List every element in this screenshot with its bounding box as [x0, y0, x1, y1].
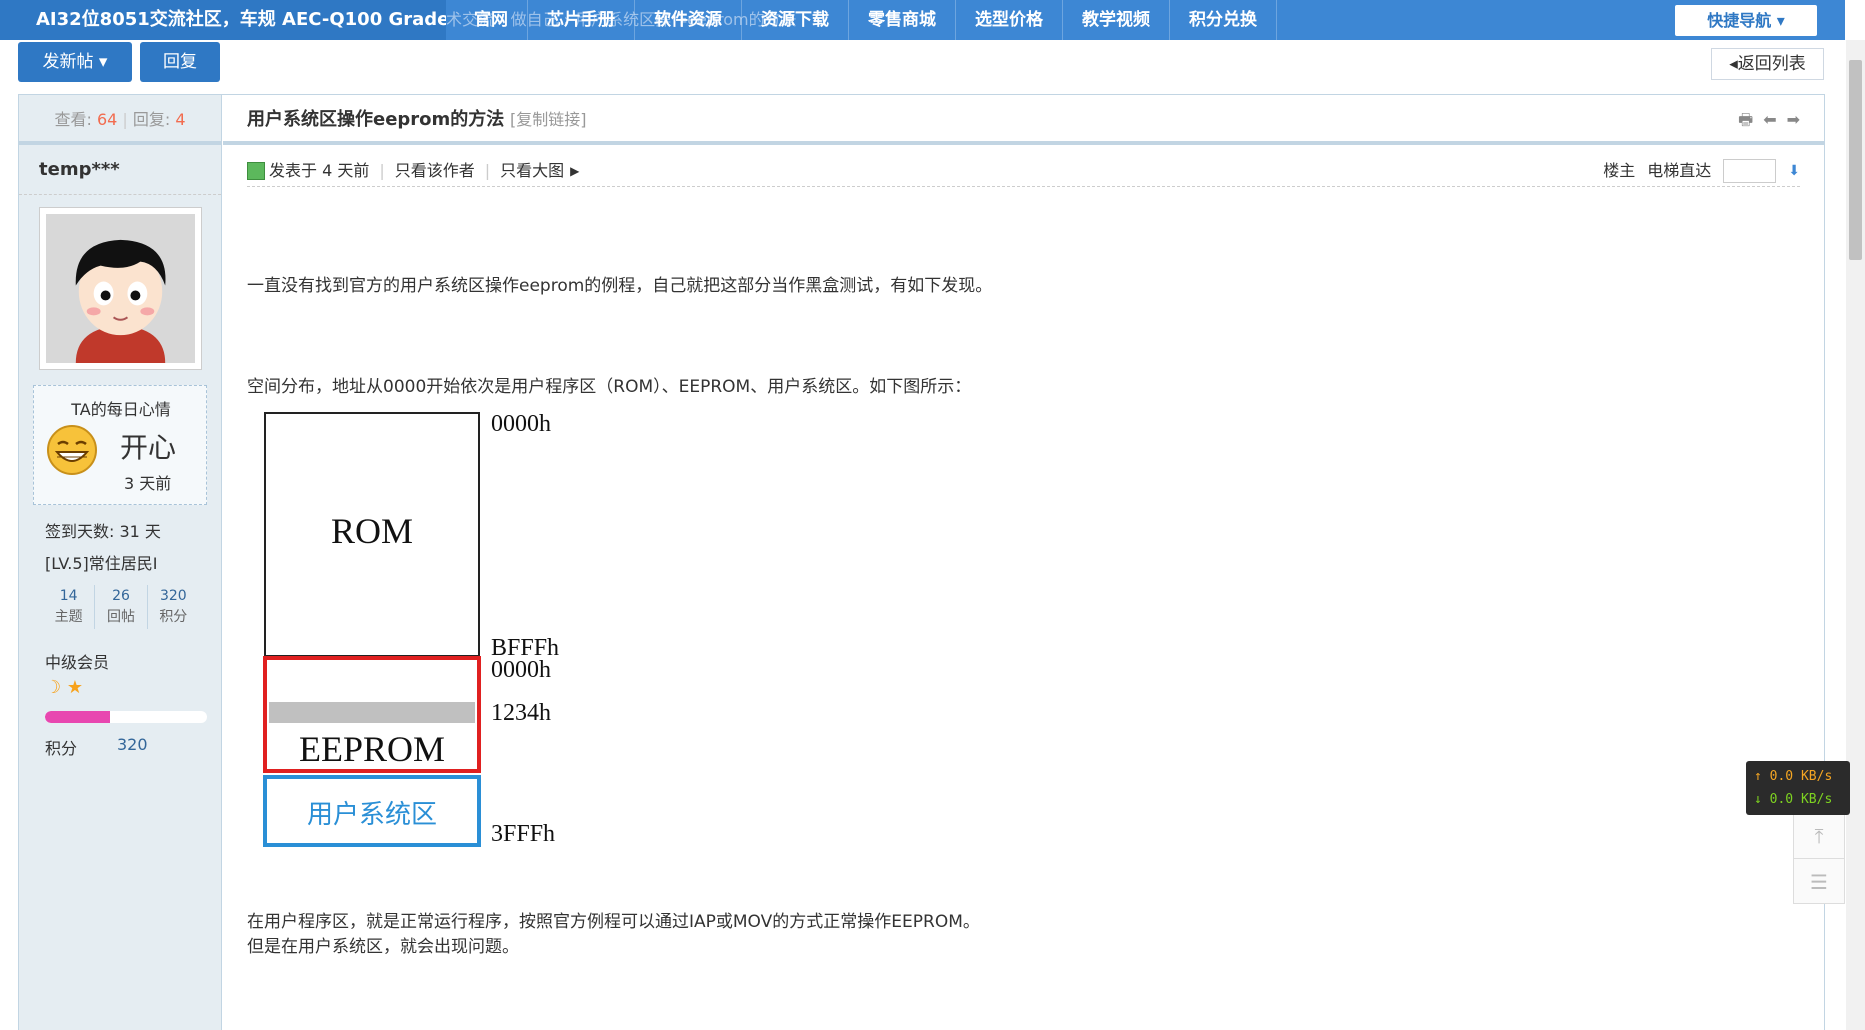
copy-link[interactable]: [复制链接]: [510, 95, 587, 145]
stat-topics[interactable]: 14 主题: [43, 585, 96, 629]
mood-title: TA的每日心情: [71, 400, 171, 419]
next-thread-icon[interactable]: ➡: [1787, 95, 1800, 145]
avatar[interactable]: [39, 207, 202, 370]
caret-right-icon[interactable]: ▶: [570, 157, 579, 185]
mood-state: 开心: [120, 431, 177, 464]
stats-divider: |: [122, 110, 133, 129]
points-value[interactable]: 320: [117, 735, 148, 754]
stat-posts[interactable]: 26 回帖: [95, 585, 148, 629]
post-meta-left: 发表于 4 天前 | 只看该作者 | 只看大图 ▶: [247, 157, 579, 185]
new-post-button[interactable]: 发新帖 ▾: [18, 42, 132, 82]
post-title-bar: 用户系统区操作eeprom的方法 [复制链接] 🖶 ⬅ ➡: [223, 95, 1824, 145]
post-tools: 🖶 ⬅ ➡: [1738, 95, 1800, 145]
level-progress-fill: [45, 711, 110, 723]
network-speed-widget: ↑ 0.0 KB/s ↓ 0.0 KB/s: [1746, 761, 1850, 815]
author-only-link[interactable]: 只看该作者: [395, 157, 475, 185]
big-images-link[interactable]: 只看大图: [500, 157, 564, 185]
addr-0000h-top: 0000h: [491, 411, 551, 437]
points-label: 积分: [45, 739, 78, 758]
views-label: 查看:: [54, 110, 92, 129]
memory-map-diagram: ROM EEPROM 用户系统区 0000h BFFFh 0000h 1234h…: [263, 411, 559, 847]
replies-count: 4: [175, 110, 186, 129]
side-toolbar: ⤒ ☰: [1793, 812, 1845, 904]
user-system-label: 用户系统区: [307, 800, 437, 830]
post-paragraph: 在用户程序区，就是正常运行程序，按照官方例程可以通过IAP或MOV的方式正常操作…: [247, 912, 980, 932]
author-sidebar: 查看: 64 | 回复: 4 temp*** TA的每日心情 开心 3 天前 签…: [19, 95, 222, 1030]
page-scrollbar[interactable]: [1846, 40, 1865, 1030]
user-level[interactable]: [LV.5]常住居民I: [45, 550, 158, 574]
nav-items: 官网 芯片手册 软件资源 资源下载 零售商城 选型价格 教学视频 积分兑换: [455, 0, 1277, 40]
meta-separator: |: [379, 161, 385, 180]
addr-1234h: 1234h: [491, 700, 551, 726]
nav-item-video[interactable]: 教学视频: [1063, 0, 1170, 40]
post-paragraph: 一直没有找到官方的用户系统区操作eeprom的例程，自己就把这部分当作黑盒测试，…: [247, 276, 993, 296]
user-group[interactable]: 中级会员: [45, 649, 109, 673]
post-paragraph: 但是在用户系统区，就会出现问题。: [247, 937, 519, 957]
author-username[interactable]: temp***: [19, 145, 221, 195]
upload-speed: ↑ 0.0 KB/s: [1754, 769, 1833, 784]
eeprom-label: EEPROM: [299, 729, 445, 769]
jump-arrow-icon[interactable]: ⬇: [1788, 157, 1800, 185]
stat-posts-value: 26: [112, 588, 130, 604]
sign-in-days: 签到天数: 31 天: [45, 522, 161, 541]
back-to-top-icon[interactable]: ⤒: [1794, 813, 1844, 859]
floor-label: 楼主: [1603, 161, 1636, 180]
addr-3fffh: 3FFFh: [491, 821, 555, 847]
nav-item-official[interactable]: 官网: [455, 0, 528, 40]
site-brand[interactable]: AI32位8051交流社区，车规 AEC-Q100 Grade1: [0, 0, 446, 40]
user-stats: 14 主题 26 回帖 320 积分: [43, 585, 199, 629]
stat-points-label: 积分: [159, 609, 188, 625]
scrollbar-thumb[interactable]: [1849, 60, 1862, 260]
jump-label: 电梯直达: [1647, 161, 1712, 180]
top-nav: 技术交流 › 做自己 › 用户系统区操作eeprom的方法 AI32位8051交…: [0, 0, 1845, 40]
stat-topics-value: 14: [59, 588, 78, 604]
eeprom-highlight-row: [269, 702, 475, 723]
grin-emoji-icon: [47, 425, 97, 475]
thread-stats: 查看: 64 | 回复: 4: [19, 95, 221, 145]
rom-label: ROM: [331, 511, 413, 551]
medal-moon-star-icon: ☽ ★: [45, 677, 83, 698]
online-user-icon: [247, 162, 265, 180]
post-meta-right: 楼主 电梯直达 ⬇: [1603, 157, 1800, 185]
prev-thread-icon[interactable]: ⬅: [1763, 95, 1776, 145]
nav-item-download[interactable]: 资源下载: [742, 0, 849, 40]
stat-posts-label: 回帖: [106, 609, 135, 625]
nav-item-datasheet[interactable]: 芯片手册: [528, 0, 635, 40]
post-meta-bar: 发表于 4 天前 | 只看该作者 | 只看大图 ▶ 楼主 电梯直达 ⬇: [247, 157, 1800, 187]
daily-mood: TA的每日心情 开心 3 天前: [33, 385, 207, 505]
download-speed: ↓ 0.0 KB/s: [1754, 792, 1833, 807]
print-icon[interactable]: 🖶: [1738, 95, 1753, 145]
addr-0000h-eeprom: 0000h: [491, 657, 551, 683]
mood-time: 3 天前: [124, 474, 172, 493]
avatar-cartoon-icon: [46, 214, 195, 363]
stat-points[interactable]: 320 积分: [148, 585, 199, 629]
quick-nav-button[interactable]: 快捷导航 ▾: [1675, 5, 1817, 36]
stat-topics-label: 主题: [54, 609, 83, 625]
post-frame: 查看: 64 | 回复: 4 temp*** TA的每日心情 开心 3 天前 签…: [18, 94, 1825, 1030]
reply-button[interactable]: 回复: [140, 42, 220, 82]
nav-item-pricing[interactable]: 选型价格: [956, 0, 1063, 40]
stat-points-value: 320: [159, 588, 187, 604]
replies-label: 回复:: [132, 110, 171, 129]
meta-separator: |: [484, 161, 491, 180]
post-paragraph: 空间分布，地址从0000开始依次是用户程序区（ROM）、EEPROM、用户系统区…: [247, 377, 972, 397]
nav-item-shop[interactable]: 零售商城: [849, 0, 956, 40]
level-progress-bar: [45, 711, 207, 723]
floor-jump-input[interactable]: [1723, 159, 1777, 183]
nav-item-software[interactable]: 软件资源: [635, 0, 742, 40]
post-main: 用户系统区操作eeprom的方法 [复制链接] 🖶 ⬅ ➡ 发表于 4 天前 |…: [223, 95, 1824, 1030]
list-icon[interactable]: ☰: [1794, 859, 1844, 905]
views-count: 64: [96, 110, 118, 129]
nav-item-points[interactable]: 积分兑换: [1170, 0, 1277, 40]
back-to-list-button[interactable]: ◂返回列表: [1711, 48, 1824, 80]
post-time: 发表于 4 天前: [269, 161, 370, 180]
post-title: 用户系统区操作eeprom的方法: [247, 109, 505, 130]
